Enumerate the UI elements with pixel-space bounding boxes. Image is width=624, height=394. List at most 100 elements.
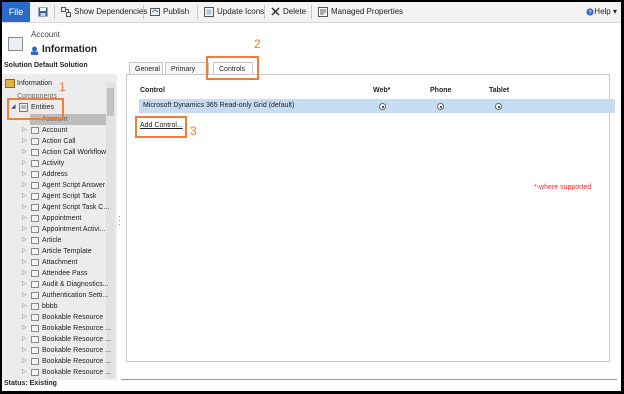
expand-icon[interactable]: ▷: [22, 158, 27, 169]
ribbon-toolbar: File Show Dependencies Publish Update Ic…: [2, 2, 621, 23]
sidebar-entity-label: Bookable Resource ...: [42, 325, 111, 332]
expand-icon[interactable]: ▷: [22, 147, 27, 158]
entity-icon: [31, 215, 39, 222]
entity-icon: [31, 160, 39, 167]
panel-divider: [121, 379, 617, 380]
show-dependencies-label: Show Dependencies: [74, 7, 148, 16]
entity-icon: [31, 259, 39, 266]
expand-icon[interactable]: ▷: [22, 136, 27, 147]
expand-icon[interactable]: ▷: [22, 323, 27, 334]
annotation-number-3: 3: [190, 124, 197, 138]
publish-button[interactable]: Publish: [150, 5, 189, 19]
expand-icon[interactable]: ▷: [22, 246, 27, 257]
where-supported-note: *-where supported: [534, 184, 592, 191]
entity-icon: [31, 369, 39, 376]
expand-icon[interactable]: ▷: [22, 257, 27, 268]
entity-icon: [31, 314, 39, 321]
sidebar-entity-label: Article: [42, 237, 62, 244]
entity-icon: [31, 127, 39, 134]
dependencies-icon: [61, 6, 71, 17]
expand-icon[interactable]: ▷: [22, 125, 27, 136]
publish-icon: [150, 7, 160, 16]
entity-icon: [31, 226, 39, 233]
web-radio[interactable]: [379, 103, 386, 110]
phone-radio[interactable]: [437, 103, 444, 110]
expand-icon[interactable]: ▷: [22, 202, 27, 213]
expand-icon[interactable]: ▷: [22, 213, 27, 224]
expand-icon[interactable]: ▷: [22, 235, 27, 246]
sidebar-entity-label: Bookable Resource: [42, 314, 104, 321]
information-icon: [5, 79, 15, 88]
sidebar-entity-label: Appointment Activi...: [42, 226, 106, 233]
entity-icon: [31, 303, 39, 310]
entity-icon: [31, 358, 39, 365]
entity-icon: [31, 347, 39, 354]
sidebar-entity-label: Attachment: [42, 259, 78, 266]
expand-icon[interactable]: ▷: [22, 334, 27, 345]
delete-button[interactable]: Delete: [271, 5, 306, 19]
sidebar-entity-label: Activity: [42, 160, 65, 167]
entity-icon: [31, 281, 39, 288]
show-dependencies-button[interactable]: Show Dependencies: [61, 5, 147, 19]
sidebar-entity-label: Article Template: [42, 248, 92, 255]
delete-label: Delete: [283, 7, 307, 16]
sidebar-entity-label: Action Call: [42, 138, 76, 145]
expand-icon[interactable]: ▷: [22, 290, 27, 301]
sidebar-item-information-label: Information: [17, 80, 53, 87]
expand-icon[interactable]: ▷: [22, 312, 27, 323]
tablet-radio[interactable]: [495, 103, 502, 110]
entity-icon: [31, 336, 39, 343]
sidebar-entity-label: Attendee Pass: [42, 270, 88, 277]
control-row-label: Microsoft Dynamics 365 Read-only Grid (d…: [143, 102, 295, 109]
publish-label: Publish: [163, 7, 190, 16]
sidebar-entity-label: Agent Script Task: [42, 193, 97, 200]
save-button[interactable]: [38, 5, 51, 19]
entity-icon: [31, 237, 39, 244]
expand-icon[interactable]: ▷: [22, 301, 27, 312]
entity-icon: [31, 204, 39, 211]
help-button[interactable]: ? Help ▾: [586, 5, 617, 19]
expand-icon[interactable]: ▷: [22, 345, 27, 356]
annotation-box-2: [206, 56, 259, 80]
controls-panel: [126, 74, 610, 362]
entity-icon: [31, 182, 39, 189]
expand-icon[interactable]: ▷: [22, 279, 27, 290]
column-web: Web*: [373, 87, 391, 94]
sidebar-entity-label: Audit & Diagnostics...: [42, 281, 109, 288]
sidebar-scrollbar-thumb[interactable]: [107, 88, 114, 116]
sidebar-entity-label: Authentication Setti...: [42, 292, 109, 299]
update-icons-label: Update Icons: [217, 7, 265, 16]
entity-badge-icon: [31, 46, 38, 55]
sidebar-entity-label: Bookable Resource ...: [42, 369, 111, 376]
entity-icon: [31, 138, 39, 145]
managed-properties-icon: [318, 6, 328, 17]
help-dropdown-icon: ▾: [610, 7, 617, 16]
entity-icon: [31, 149, 39, 156]
file-button[interactable]: File: [2, 2, 30, 22]
expand-icon[interactable]: ▷: [22, 356, 27, 367]
expand-icon[interactable]: ▷: [22, 191, 27, 202]
sidebar-entity-label: Bookable Resource ...: [42, 347, 111, 354]
sidebar-entity-label: Address: [42, 171, 68, 178]
entity-name: Account: [31, 30, 60, 39]
expand-icon[interactable]: ▷: [22, 268, 27, 279]
sidebar-entity-label: Action Call Workflow: [42, 149, 107, 156]
sidebar-entity-label: Appointment: [42, 215, 82, 222]
expand-icon[interactable]: ▷: [22, 367, 27, 378]
entity-icon: [31, 292, 39, 299]
sidebar-entity-label: Agent Script Task C...: [42, 204, 110, 211]
annotation-box-3: [135, 116, 187, 138]
annotation-box-1: [7, 98, 64, 120]
entity-icon: [31, 270, 39, 277]
update-icons-button[interactable]: Update Icons: [204, 5, 264, 19]
expand-icon[interactable]: ▷: [22, 224, 27, 235]
managed-properties-button[interactable]: Managed Properties: [318, 5, 403, 19]
page-title: Information: [42, 44, 97, 55]
expand-icon[interactable]: ▷: [22, 169, 27, 180]
delete-icon: [271, 7, 280, 16]
managed-properties-label: Managed Properties: [331, 7, 404, 16]
column-control: Control: [140, 87, 165, 94]
splitter-handle[interactable]: · · ·: [118, 213, 121, 229]
sidebar-entity-label: Bookable Resource ...: [42, 336, 111, 343]
expand-icon[interactable]: ▷: [22, 180, 27, 191]
